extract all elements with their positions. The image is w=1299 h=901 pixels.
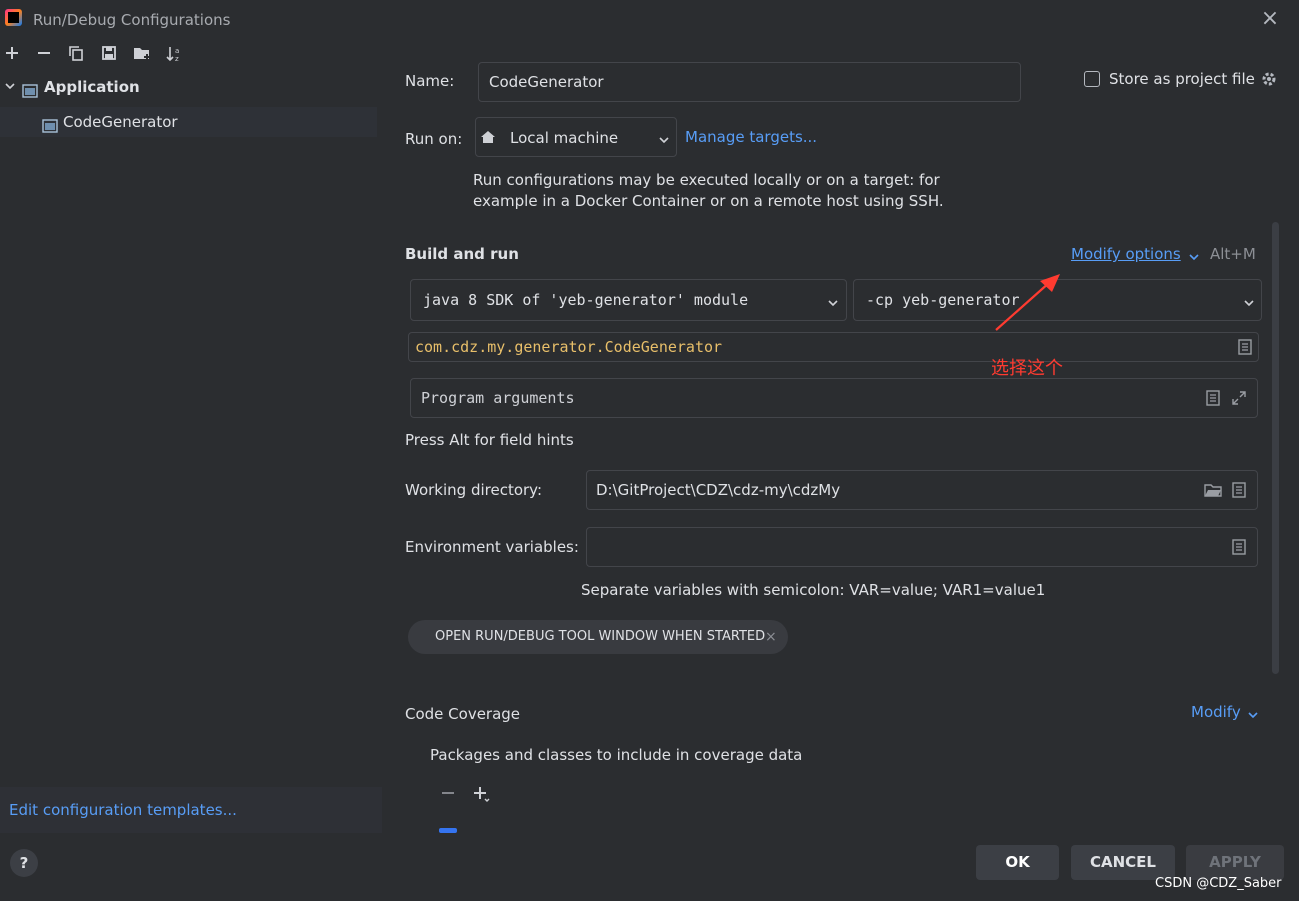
- store-label[interactable]: Store as project file: [1109, 70, 1255, 88]
- save-icon[interactable]: [98, 43, 120, 65]
- close-icon[interactable]: ×: [1259, 8, 1281, 30]
- home-icon: [480, 129, 496, 149]
- chevron-down-icon: [1243, 295, 1255, 313]
- cancel-button[interactable]: CANCEL: [1071, 845, 1175, 880]
- apply-button[interactable]: APPLY: [1186, 845, 1284, 880]
- svg-text:a: a: [175, 47, 179, 55]
- coverage-modify-link[interactable]: Modify: [1191, 703, 1241, 721]
- main-class-field[interactable]: com.cdz.my.generator.CodeGenerator: [408, 332, 1259, 362]
- chevron-down-icon[interactable]: [1247, 707, 1259, 725]
- run-on-value: Local machine: [510, 129, 619, 147]
- chevron-down-icon[interactable]: [1188, 249, 1200, 267]
- new-folder-icon[interactable]: [131, 43, 153, 65]
- application-icon: [22, 79, 38, 109]
- modify-shortcut: Alt+M: [1210, 245, 1256, 263]
- intellij-logo-icon: [5, 9, 22, 26]
- document-icon[interactable]: [1232, 539, 1246, 559]
- document-icon[interactable]: [1232, 482, 1246, 502]
- window-title: Run/Debug Configurations: [33, 11, 231, 29]
- working-directory-label: Working directory:: [405, 481, 543, 499]
- coverage-description: Packages and classes to include in cover…: [430, 746, 803, 764]
- remove-icon[interactable]: [33, 43, 55, 65]
- help-button[interactable]: ?: [10, 849, 38, 877]
- close-icon[interactable]: ×: [765, 620, 777, 654]
- watermark: CSDN @CDZ_Saber: [1155, 876, 1282, 891]
- sdk-value: java 8 SDK of 'yeb-generator' module: [423, 291, 749, 309]
- environment-variables-field[interactable]: [586, 527, 1258, 567]
- scrollbar[interactable]: [1272, 222, 1279, 674]
- name-value: CodeGenerator: [489, 73, 604, 91]
- expand-icon[interactable]: [1231, 390, 1247, 410]
- document-icon[interactable]: [1238, 339, 1252, 359]
- edit-templates-label[interactable]: Edit configuration templates...: [9, 801, 237, 819]
- add-icon[interactable]: [1, 43, 23, 65]
- manage-targets-link[interactable]: Manage targets...: [685, 128, 817, 146]
- sdk-select[interactable]: java 8 SDK of 'yeb-generator' module: [410, 279, 847, 321]
- build-run-header: Build and run: [405, 245, 519, 263]
- main-class-value: com.cdz.my.generator.CodeGenerator: [415, 338, 723, 356]
- ok-button[interactable]: OK: [976, 845, 1059, 880]
- working-directory-value: D:\GitProject\CDZ\cdz-my\cdzMy: [596, 481, 841, 499]
- tree-item-label: CodeGenerator: [63, 113, 178, 131]
- run-on-select[interactable]: Local machine: [475, 117, 677, 157]
- store-checkbox[interactable]: [1084, 71, 1100, 87]
- run-on-label: Run on:: [405, 130, 463, 148]
- svg-text:z: z: [175, 55, 179, 63]
- environment-variables-label: Environment variables:: [405, 538, 579, 556]
- annotation-arrow: [995, 274, 1060, 331]
- remove-icon[interactable]: [440, 785, 456, 805]
- name-label: Name:: [405, 72, 455, 90]
- chevron-down-icon[interactable]: [4, 80, 16, 92]
- tree-group-application[interactable]: Application: [0, 72, 377, 102]
- open-tool-window-chip[interactable]: OPEN RUN/DEBUG TOOL WINDOW WHEN STARTED …: [408, 620, 788, 654]
- field-hints-text: Press Alt for field hints: [405, 431, 574, 449]
- tree-group-label: Application: [44, 78, 140, 96]
- program-arguments-placeholder: Program arguments: [421, 389, 575, 407]
- name-field[interactable]: CodeGenerator: [478, 62, 1021, 102]
- document-icon[interactable]: [1206, 390, 1220, 410]
- copy-icon[interactable]: [65, 43, 87, 65]
- edit-templates-link[interactable]: Edit configuration templates...: [0, 787, 382, 833]
- chip-label: OPEN RUN/DEBUG TOOL WINDOW WHEN STARTED: [435, 629, 766, 644]
- folder-icon[interactable]: [1204, 482, 1222, 502]
- working-directory-field[interactable]: D:\GitProject\CDZ\cdz-my\cdzMy: [586, 470, 1258, 510]
- coverage-row-checkbox[interactable]: [439, 828, 457, 833]
- add-icon[interactable]: [472, 785, 490, 807]
- tree-item-codegenerator[interactable]: CodeGenerator: [0, 107, 377, 137]
- sort-icon[interactable]: az: [163, 43, 185, 65]
- annotation-text: 选择这个: [991, 358, 1063, 379]
- environment-variables-hint: Separate variables with semicolon: VAR=v…: [581, 581, 1046, 599]
- modify-options-link[interactable]: Modify options: [1071, 245, 1181, 263]
- application-icon: [42, 114, 58, 144]
- program-arguments-field[interactable]: Program arguments: [410, 378, 1258, 418]
- chevron-down-icon: [827, 295, 839, 313]
- run-on-hint-line2: example in a Docker Container or on a re…: [473, 192, 944, 210]
- code-coverage-header: Code Coverage: [405, 705, 521, 723]
- chevron-down-icon: [658, 132, 670, 150]
- title-bar: Run/Debug Configurations ×: [0, 0, 1299, 40]
- gear-icon[interactable]: [1260, 70, 1278, 92]
- run-on-hint-line1: Run configurations may be executed local…: [473, 171, 940, 189]
